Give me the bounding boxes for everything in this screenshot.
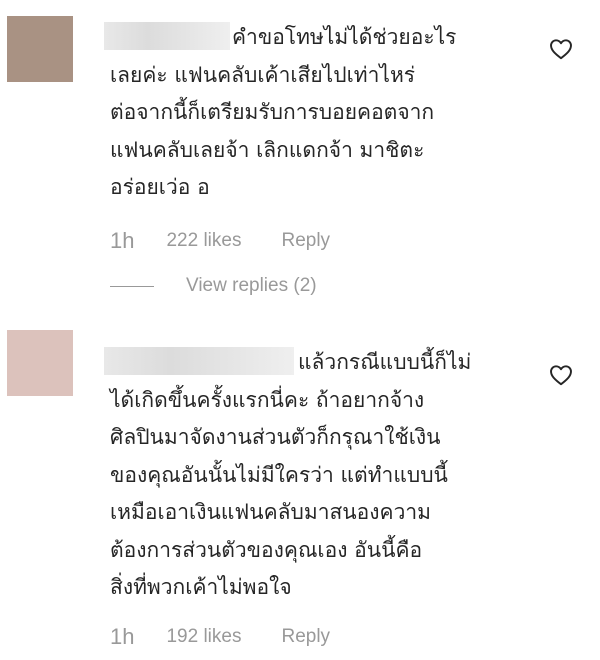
comment-item: แล้วกรณีแบบนี้ก็ไม่ ได้เกิดขึ้นครั้งแรกน… [0, 320, 600, 660]
comment-item: คำขอโทษไม่ได้ช่วยอะไร เลยค่ะ แฟนคลับเค้า… [0, 0, 600, 320]
reply-button[interactable]: Reply [281, 626, 330, 648]
likes-count[interactable]: 192 likes [166, 626, 241, 648]
avatar[interactable] [7, 330, 73, 396]
comment-meta: 1h 192 likes Reply [110, 622, 330, 652]
heart-icon[interactable] [548, 362, 574, 388]
view-replies-button[interactable]: View replies (2) [110, 272, 317, 300]
comment-text: คำขอโทษไม่ได้ช่วยอะไร เลยค่ะ แฟนคลับเค้า… [110, 25, 457, 199]
comment-time: 1h [110, 624, 135, 649]
view-replies-label: View replies (2) [186, 275, 317, 296]
reply-button[interactable]: Reply [281, 230, 330, 252]
likes-count[interactable]: 222 likes [166, 230, 241, 252]
comment-text: แล้วกรณีแบบนี้ก็ไม่ ได้เกิดขึ้นครั้งแรกน… [110, 350, 472, 599]
comment-time: 1h [110, 228, 135, 253]
heart-icon[interactable] [548, 36, 574, 62]
divider-line [110, 285, 154, 287]
comment-meta: 1h 222 likes Reply [110, 226, 330, 256]
avatar[interactable] [7, 16, 73, 82]
